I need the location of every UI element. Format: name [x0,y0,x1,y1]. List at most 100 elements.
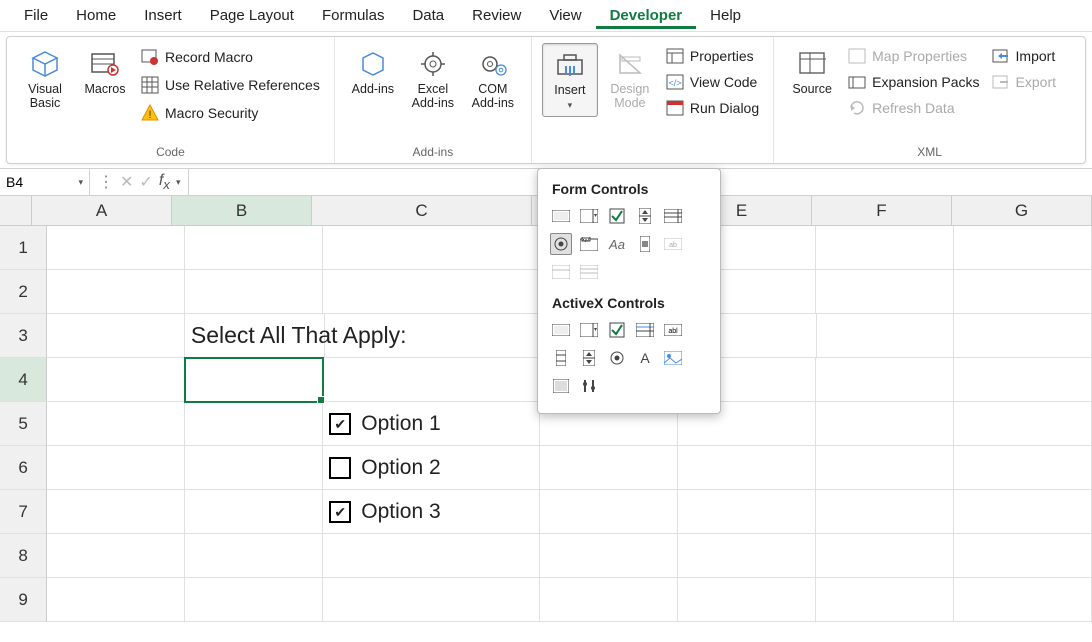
chevron-down-icon[interactable]: ▾ [176,177,181,188]
cell-A1[interactable] [47,226,185,270]
form-button-icon[interactable] [550,205,572,227]
cell-G7[interactable] [954,490,1092,534]
view-code-button[interactable]: </> View Code [662,71,763,93]
cell-E7[interactable] [678,490,816,534]
tab-data[interactable]: Data [398,3,458,28]
ax-label-icon[interactable]: A [634,347,656,369]
cell-G1[interactable] [954,226,1092,270]
macros-button[interactable]: Macros [77,43,133,101]
column-header-C[interactable]: C [312,196,532,226]
cell-F7[interactable] [816,490,954,534]
cell-B5[interactable] [185,402,323,446]
ax-optionbutton-icon[interactable] [606,347,628,369]
form-label-icon[interactable]: Aa [606,233,628,255]
cell-B7[interactable] [185,490,323,534]
map-properties-button[interactable]: Map Properties [844,45,983,67]
tab-developer[interactable]: Developer [596,3,697,29]
cell-G6[interactable] [954,446,1092,490]
cell-B9[interactable] [185,578,323,622]
design-mode-button[interactable]: Design Mode [602,43,658,115]
visual-basic-button[interactable]: Visual Basic [17,43,73,115]
cell-C9[interactable] [323,578,540,622]
cell-F3[interactable] [817,314,955,358]
column-header-G[interactable]: G [952,196,1092,226]
refresh-data-button[interactable]: Refresh Data [844,97,983,119]
cell-A8[interactable] [47,534,185,578]
cell-G2[interactable] [954,270,1092,314]
cell-B1[interactable] [185,226,323,270]
cell-F1[interactable] [816,226,954,270]
select-all-corner[interactable] [0,196,32,226]
fx-icon[interactable]: fx [159,172,170,192]
source-button[interactable]: Source [784,43,840,101]
cell-E6[interactable] [678,446,816,490]
cell-F2[interactable] [816,270,954,314]
run-dialog-button[interactable]: Run Dialog [662,97,763,119]
row-header-2[interactable]: 2 [0,270,47,314]
cell-F6[interactable] [816,446,954,490]
export-button[interactable]: Export [988,71,1060,93]
cell-A5[interactable] [47,402,185,446]
cell-F5[interactable] [816,402,954,446]
cell-C8[interactable] [323,534,540,578]
cell-D9[interactable] [540,578,678,622]
cancel-icon[interactable]: ✕ [120,172,133,192]
cell-A7[interactable] [47,490,185,534]
cell-B2[interactable] [185,270,323,314]
expansion-packs-button[interactable]: Expansion Packs [844,71,983,93]
import-button[interactable]: Import [988,45,1060,67]
cell-F9[interactable] [816,578,954,622]
cell-D8[interactable] [540,534,678,578]
checkbox-option-1[interactable] [329,413,351,435]
form-optionbutton-icon[interactable] [550,233,572,255]
form-checkbox-icon[interactable] [606,205,628,227]
form-groupbox-icon[interactable]: xyz [578,233,600,255]
form-listbox-icon[interactable] [662,205,684,227]
row-header-6[interactable]: 6 [0,446,47,490]
tab-home[interactable]: Home [62,3,130,28]
row-header-3[interactable]: 3 [0,314,47,358]
com-addins-button[interactable]: COM Add-ins [465,43,521,115]
cell-G8[interactable] [954,534,1092,578]
cell-A6[interactable] [47,446,185,490]
cell-B6[interactable] [185,446,323,490]
cell-B8[interactable] [185,534,323,578]
more-icon[interactable]: ⋮ [98,172,114,192]
ax-togglebutton-icon[interactable] [550,375,572,397]
cell-C3[interactable] [325,314,541,358]
tab-view[interactable]: View [535,3,595,28]
cell-E9[interactable] [678,578,816,622]
ax-combobox-icon[interactable] [578,319,600,341]
column-header-A[interactable]: A [32,196,172,226]
cell-G5[interactable] [954,402,1092,446]
ax-spinbutton-icon[interactable] [578,347,600,369]
cell-B3[interactable]: Select All That Apply: [185,314,325,358]
checkbox-option-3[interactable] [329,501,351,523]
ax-image-icon[interactable] [662,347,684,369]
excel-addins-button[interactable]: Excel Add-ins [405,43,461,115]
column-header-F[interactable]: F [812,196,952,226]
cell-A2[interactable] [47,270,185,314]
tab-review[interactable]: Review [458,3,535,28]
cell-A3[interactable] [47,314,185,358]
cell-C7[interactable]: Option 3 [323,490,540,534]
ax-scrollbar-icon[interactable] [550,347,572,369]
cell-E8[interactable] [678,534,816,578]
cell-G4[interactable] [954,358,1092,402]
addins-button[interactable]: Add-ins [345,43,401,101]
tab-file[interactable]: File [10,3,62,28]
form-scrollbar-icon[interactable] [634,233,656,255]
ax-morecontrols-icon[interactable] [578,375,600,397]
record-macro-button[interactable]: Record Macro [137,45,324,69]
relative-references-button[interactable]: Use Relative References [137,73,324,97]
cell-C2[interactable] [323,270,540,314]
cell-C4[interactable] [323,358,540,402]
form-spinner-icon[interactable] [634,205,656,227]
row-header-9[interactable]: 9 [0,578,47,622]
cell-A9[interactable] [47,578,185,622]
row-header-7[interactable]: 7 [0,490,47,534]
ax-listbox-icon[interactable] [634,319,656,341]
tab-insert[interactable]: Insert [130,3,196,28]
cell-F8[interactable] [816,534,954,578]
ax-checkbox-icon[interactable] [606,319,628,341]
